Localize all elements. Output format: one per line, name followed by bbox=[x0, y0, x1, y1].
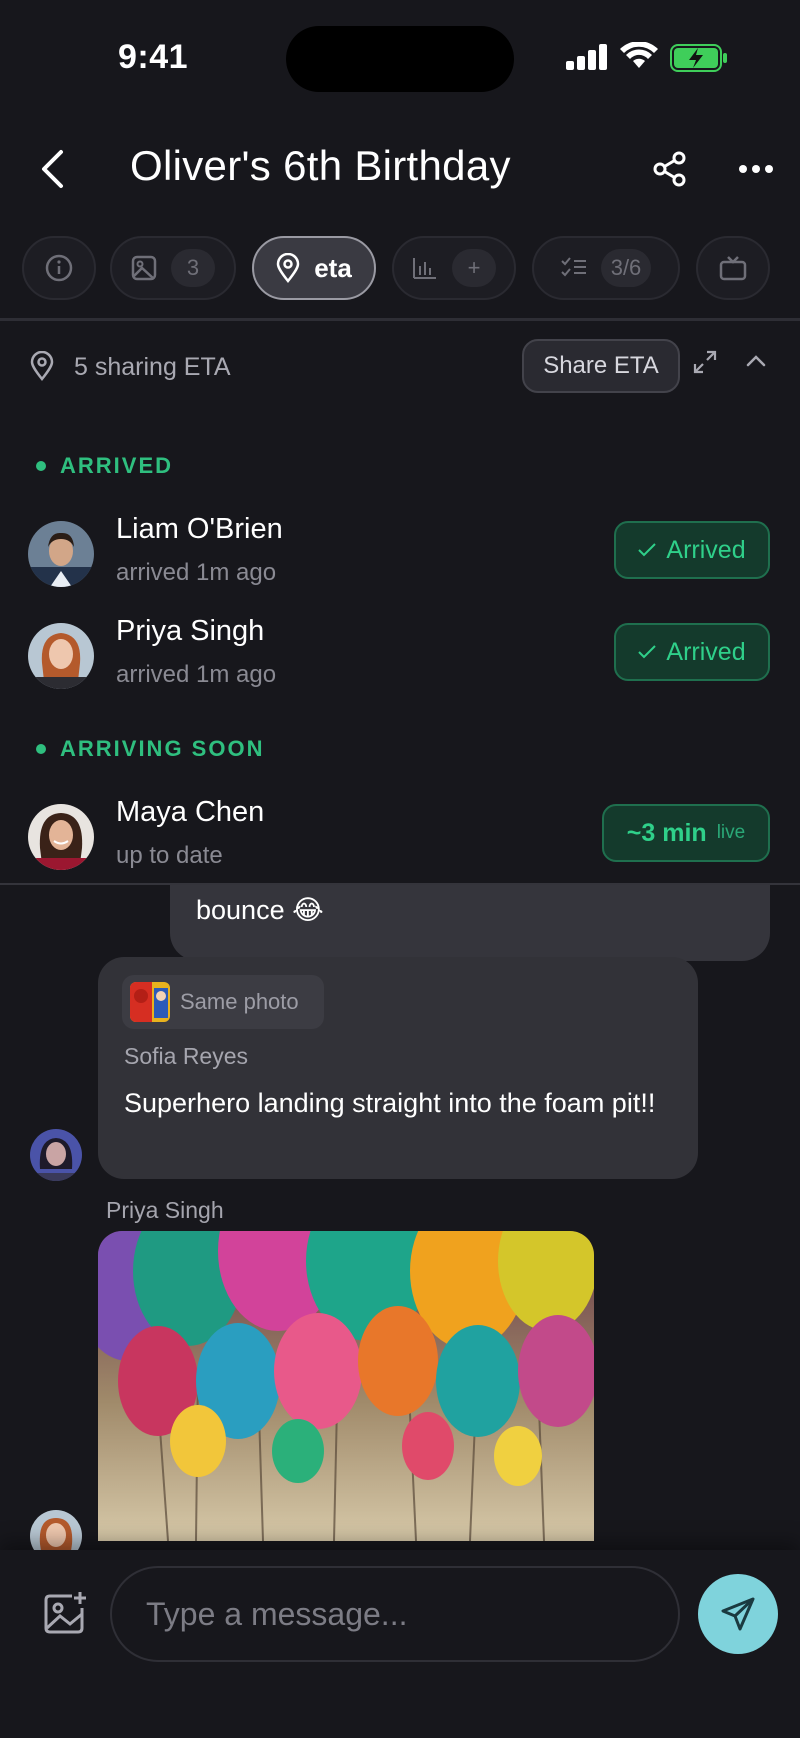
reply-text: Same photo bbox=[180, 989, 299, 1014]
tab-bar: 3 eta + 3/6 bbox=[0, 236, 800, 302]
share-eta-button[interactable]: Share ETA bbox=[522, 339, 680, 393]
list-item[interactable]: Priya Singh arrived 1m ago Arrived bbox=[0, 613, 800, 703]
battery-charging-icon bbox=[670, 44, 727, 72]
participant-name: Liam O'Brien bbox=[116, 513, 283, 545]
header: Oliver's 6th Birthday bbox=[0, 120, 800, 220]
back-button[interactable] bbox=[30, 140, 74, 198]
tab-polls-badge: + bbox=[452, 249, 496, 287]
chevron-up-icon[interactable] bbox=[744, 351, 768, 371]
checklist-icon bbox=[560, 257, 586, 277]
status-badge-label: Arrived bbox=[666, 637, 746, 666]
more-options-button[interactable] bbox=[734, 144, 778, 194]
message-input[interactable] bbox=[110, 1566, 680, 1662]
status-dot bbox=[36, 461, 46, 471]
check-icon bbox=[638, 543, 657, 557]
shared-photo[interactable] bbox=[98, 1231, 594, 1541]
eta-minutes: ~3 min bbox=[626, 818, 707, 847]
info-icon bbox=[45, 254, 73, 282]
send-button[interactable] bbox=[698, 1574, 778, 1654]
tab-eta-label: eta bbox=[314, 252, 352, 283]
sender-name: Sofia Reyes bbox=[124, 1043, 249, 1069]
tab-polls[interactable]: + bbox=[392, 236, 516, 300]
status-time: 9:41 bbox=[118, 38, 189, 76]
message-bubble-incoming[interactable]: Same photo Sofia Reyes Superhero landing… bbox=[98, 957, 698, 1179]
cellular-signal-icon bbox=[566, 44, 607, 70]
image-icon bbox=[131, 255, 157, 281]
section-label-arrived: ARRIVED bbox=[36, 453, 173, 479]
reply-reference[interactable]: Same photo bbox=[122, 975, 324, 1029]
dynamic-island bbox=[286, 26, 514, 92]
participant-name: Maya Chen bbox=[116, 796, 265, 828]
more-horizontal-icon bbox=[739, 165, 773, 173]
tab-info[interactable] bbox=[22, 236, 96, 300]
section-label-text: ARRIVING SOON bbox=[60, 736, 265, 761]
page-title: Oliver's 6th Birthday bbox=[130, 142, 511, 189]
tab-photos[interactable]: 3 bbox=[110, 236, 236, 300]
list-item[interactable]: Liam O'Brien arrived 1m ago Arrived bbox=[0, 511, 800, 601]
message-text: bounce 😂 bbox=[196, 895, 324, 925]
message-text: Superhero landing straight into the foam… bbox=[124, 1088, 656, 1118]
status-badge: Arrived bbox=[614, 521, 770, 579]
expand-icon[interactable] bbox=[692, 349, 718, 375]
sharing-count: 5 sharing ETA bbox=[74, 353, 231, 381]
send-icon bbox=[721, 1597, 755, 1631]
status-badge-label: Arrived bbox=[666, 535, 746, 564]
section-label-text: ARRIVED bbox=[60, 453, 174, 478]
sender-name: Priya Singh bbox=[106, 1197, 224, 1223]
status-bar: 9:41 bbox=[0, 0, 800, 110]
participant-status: arrived 1m ago bbox=[116, 661, 277, 688]
map-pin-icon bbox=[276, 253, 300, 283]
tab-tv[interactable] bbox=[696, 236, 770, 300]
chevron-left-icon bbox=[42, 150, 63, 188]
participant-name: Priya Singh bbox=[116, 615, 265, 647]
list-item[interactable]: Maya Chen up to date ~3 min live bbox=[0, 794, 800, 884]
message-composer bbox=[0, 1550, 800, 1738]
bar-chart-icon bbox=[413, 258, 436, 279]
avatar bbox=[28, 804, 94, 870]
tab-eta[interactable]: eta bbox=[252, 236, 376, 300]
check-icon bbox=[638, 645, 657, 659]
wifi-icon bbox=[620, 42, 658, 68]
status-dot bbox=[36, 744, 46, 754]
chat-thread[interactable]: bounce 😂 Same photo Sofia Reyes Superher… bbox=[0, 885, 800, 1550]
add-image-icon[interactable] bbox=[42, 1590, 88, 1636]
eta-header: 5 sharing ETA Share ETA bbox=[0, 339, 800, 395]
participant-status: arrived 1m ago bbox=[116, 559, 277, 586]
reply-thumbnail bbox=[130, 982, 170, 1022]
avatar[interactable] bbox=[30, 1129, 82, 1181]
share-icon bbox=[653, 151, 686, 187]
live-indicator: live bbox=[716, 822, 746, 843]
status-badge: Arrived bbox=[614, 623, 770, 681]
avatar bbox=[28, 521, 94, 587]
tab-tasks-badge: 3/6 bbox=[600, 249, 652, 287]
participant-status: up to date bbox=[116, 842, 223, 869]
share-button[interactable] bbox=[648, 144, 692, 194]
eta-badge: ~3 min live bbox=[602, 804, 770, 862]
tv-icon bbox=[719, 256, 747, 281]
message-bubble-outgoing[interactable]: bounce 😂 bbox=[170, 885, 770, 961]
avatar[interactable] bbox=[30, 1510, 82, 1550]
map-pin-icon bbox=[30, 351, 54, 381]
eta-panel: 5 sharing ETA Share ETA ARRIVED Liam O'B… bbox=[0, 321, 800, 884]
tab-tasks[interactable]: 3/6 bbox=[532, 236, 680, 300]
avatar bbox=[28, 623, 94, 689]
section-label-arriving: ARRIVING SOON bbox=[36, 736, 264, 762]
tab-photos-badge: 3 bbox=[171, 249, 215, 287]
